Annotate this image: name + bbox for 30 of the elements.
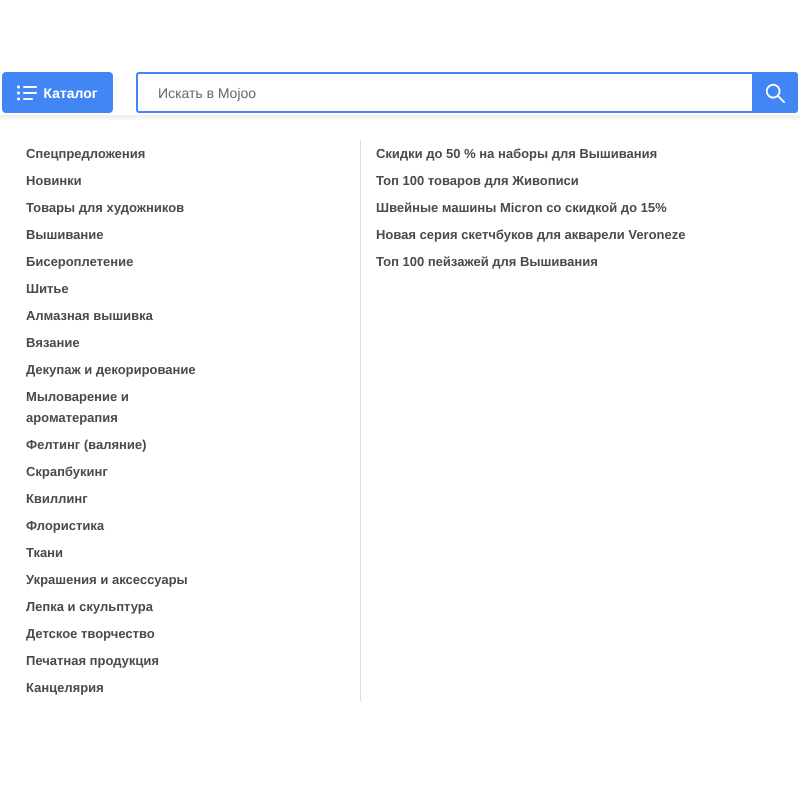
category-link[interactable]: Алмазная вышивка (26, 305, 153, 326)
category-link[interactable]: Печатная продукция (26, 650, 159, 671)
list-menu-icon (17, 84, 38, 100)
category-link[interactable]: Шитье (26, 278, 69, 299)
category-link[interactable]: Скрапбукинг (26, 461, 108, 482)
promo-link[interactable]: Швейные машины Micron со скидкой до 15% (376, 197, 667, 218)
category-link[interactable]: Канцелярия (26, 677, 104, 698)
promo-link[interactable]: Топ 100 товаров для Живописи (376, 170, 579, 191)
category-link[interactable]: Фелтинг (валяние) (26, 434, 146, 455)
category-link[interactable]: Лепка и скульптура (26, 596, 153, 617)
category-link[interactable]: Мыловарение и ароматерапия (26, 386, 206, 428)
promo-link[interactable]: Новая серия скетчбуков для акварели Veroneze (376, 224, 686, 245)
category-link[interactable]: Детское творчество (26, 623, 155, 644)
category-link[interactable]: Вязание (26, 332, 80, 353)
search-field[interactable]: Искать в Mojoo (136, 72, 752, 113)
category-link[interactable]: Ткани (26, 542, 64, 563)
category-link[interactable]: Новинки (26, 170, 82, 191)
category-link[interactable]: Товары для художников (26, 197, 184, 218)
category-link[interactable]: Вышивание (26, 224, 104, 245)
category-link[interactable]: Флористика (26, 515, 104, 536)
category-link[interactable]: Декупаж и декорирование (26, 359, 196, 380)
promo-link[interactable]: Топ 100 пейзажей для Вышивания (376, 251, 598, 272)
promo-link[interactable]: Скидки до 50 % на наборы для Вышивания (376, 143, 658, 164)
category-link[interactable]: Бисероплетение (26, 251, 134, 272)
catalog-button[interactable]: Каталог (2, 72, 113, 113)
category-link[interactable]: Спецпредложения (26, 143, 146, 164)
category-link[interactable]: Квиллинг (26, 488, 88, 509)
search-button[interactable] (752, 72, 798, 113)
search-icon (765, 82, 785, 102)
category-link[interactable]: Украшения и аксессуары (26, 569, 188, 590)
